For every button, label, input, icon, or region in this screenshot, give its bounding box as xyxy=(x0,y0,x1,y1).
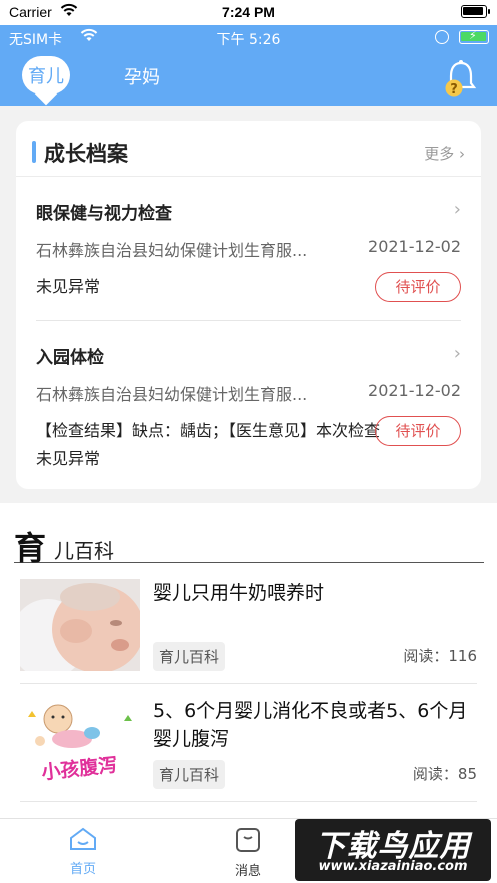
article-tag: 育儿百科 xyxy=(153,642,226,671)
rotation-lock-icon xyxy=(435,30,449,44)
watermark-url: www.xiazainiao.com xyxy=(318,859,468,874)
rate-button[interactable]: 待评价 xyxy=(375,272,461,302)
parenting-encyclopedia: 育 儿百科 婴儿只用牛奶喂养时 育儿百科 阅读：116 小孩腹泻 5、6个月婴儿… xyxy=(0,503,497,818)
encyclopedia-header-big: 育 xyxy=(14,529,47,567)
article-item[interactable]: 小孩腹泻 5、6个月婴儿消化不良或者5、6个月婴儿腹泻 育儿百科 阅读：85 xyxy=(20,697,477,789)
growth-card-header: 成长档案 更多 › xyxy=(16,121,481,177)
record-title: 眼保健与视力检查 xyxy=(36,204,172,224)
tab-home-label: 首页 xyxy=(69,862,96,877)
message-icon xyxy=(236,828,260,852)
article-title: 婴儿只用牛奶喂养时 xyxy=(153,582,325,604)
record-hospital: 石林彝族自治县妇幼保健计划生育服... xyxy=(36,385,308,404)
watermark-logo: 下载鸟应用 www.xiazainiao.com xyxy=(295,819,491,881)
home-icon xyxy=(70,827,96,850)
article-read-count: 阅读：116 xyxy=(403,647,477,665)
app-screen: Carrier 7:24 PM 无SIM卡 下午 5:26 ⚡ 育儿 孕妈 ? … xyxy=(0,0,497,883)
article-title: 5、6个月婴儿消化不良或者5、6个月婴儿腹泻 xyxy=(153,700,468,750)
divider xyxy=(36,320,461,321)
divider xyxy=(20,801,477,802)
inner-time: 下午 5:26 xyxy=(216,32,281,48)
encyclopedia-header-small: 儿百科 xyxy=(54,539,114,563)
growth-record-item[interactable]: 入园体检 › 石林彝族自治县妇幼保健计划生育服... 2021-12-02 【检… xyxy=(36,343,461,473)
inner-status-bar: 无SIM卡 下午 5:26 ⚡ xyxy=(0,25,497,49)
cartoon-baby-thumbnail: 小孩腹泻 xyxy=(20,697,140,789)
battery-icon xyxy=(461,5,490,18)
top-nav: 育儿 孕妈 ? xyxy=(0,53,497,103)
charging-battery-icon: ⚡ xyxy=(459,29,489,44)
tab-parenting[interactable]: 育儿 xyxy=(22,56,70,102)
tab-parenting-label: 育儿 xyxy=(28,66,64,87)
svg-text:?: ? xyxy=(450,82,458,97)
outer-time: 7:24 PM xyxy=(222,4,275,20)
record-date: 2021-12-02 xyxy=(368,237,461,256)
encyclopedia-header: 育 儿百科 xyxy=(14,523,484,567)
article-read-count: 阅读：85 xyxy=(412,765,477,783)
tab-messages-label: 消息 xyxy=(234,864,261,879)
baby-photo-thumbnail xyxy=(20,579,140,671)
article-item[interactable]: 婴儿只用牛奶喂养时 育儿百科 阅读：116 xyxy=(20,579,477,671)
article-tag: 育儿百科 xyxy=(153,760,226,789)
record-title: 入园体检 xyxy=(36,348,104,368)
chevron-right-icon: › xyxy=(453,343,461,364)
record-result: 未见异常 xyxy=(36,277,101,296)
growth-record-item[interactable]: 眼保健与视力检查 › 石林彝族自治县妇幼保健计划生育服... 2021-12-0… xyxy=(36,199,461,309)
divider xyxy=(20,683,477,684)
section-accent-bar xyxy=(32,141,36,163)
record-hospital: 石林彝族自治县妇幼保健计划生育服... xyxy=(36,241,308,260)
growth-record-card: 成长档案 更多 › 眼保健与视力检查 › 石林彝族自治县妇幼保健计划生育服...… xyxy=(16,121,481,489)
tab-pregnancy[interactable]: 孕妈 xyxy=(124,63,160,89)
app-header: 无SIM卡 下午 5:26 ⚡ 育儿 孕妈 ? xyxy=(0,25,497,106)
outer-status-bar: Carrier 7:24 PM xyxy=(0,0,497,25)
rate-button[interactable]: 待评价 xyxy=(375,416,461,446)
record-date: 2021-12-02 xyxy=(368,381,461,400)
record-result: 【检查结果】缺点：龋齿；【医生意见】本次检查未见异常 xyxy=(36,421,381,468)
more-link[interactable]: 更多 › xyxy=(424,143,465,164)
bell-icon[interactable]: ? xyxy=(443,59,479,97)
chevron-right-icon: › xyxy=(453,199,461,220)
tab-home[interactable]: 首页 xyxy=(53,827,113,877)
growth-card-title: 成长档案 xyxy=(44,142,128,166)
chevron-right-icon: › xyxy=(454,145,465,163)
more-label: 更多 xyxy=(424,145,455,163)
tab-messages[interactable]: 消息 xyxy=(218,827,278,879)
